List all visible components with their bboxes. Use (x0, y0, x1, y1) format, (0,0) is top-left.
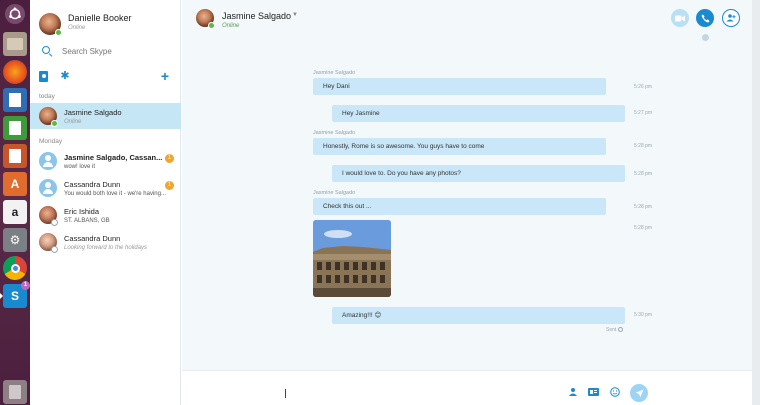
contacts-share-button[interactable] (566, 385, 580, 399)
conversation-name: Cassandra Dunn (64, 180, 121, 189)
ubuntu-launcher: A a ⚙ S1 (0, 0, 30, 405)
send-button[interactable] (630, 384, 648, 402)
message-sender: Jasmine Salgado (313, 190, 356, 196)
chevron-down-icon[interactable]: ▼ (292, 12, 298, 18)
new-conversation-plus-icon[interactable]: + (159, 69, 171, 83)
video-camera-icon (675, 15, 685, 21)
chat-header: Jasmine Salgado ▼ Online (182, 0, 760, 41)
sent-label: Sent (606, 327, 617, 333)
message-time: 5:28 pm (634, 225, 653, 231)
group-avatar-icon (39, 179, 57, 197)
video-call-button[interactable] (671, 9, 689, 27)
message-sender: Jasmine Salgado (313, 130, 356, 136)
software-center-icon[interactable]: A (3, 172, 27, 196)
unread-badge: 1 (165, 154, 174, 163)
group-avatar-icon (39, 152, 57, 170)
libreoffice-writer-icon[interactable] (3, 88, 27, 112)
message-time: 5:27 pm (634, 110, 653, 116)
message-bubble[interactable]: Hey Dani (313, 78, 606, 95)
message-time: 5:30 pm (634, 312, 653, 318)
message-list[interactable]: Jasmine Salgado Hey Dani 5:26 pm Hey Jas… (182, 42, 760, 367)
message-time: 5:28 pm (634, 171, 653, 177)
scroll-indicator[interactable] (702, 34, 709, 41)
profile-header[interactable]: Danielle Booker Online (30, 0, 181, 40)
send-arrow-icon (634, 388, 644, 398)
message-bubble[interactable]: Honestly, Rome is so awesome. You guys h… (313, 138, 606, 155)
offline-status-icon (51, 219, 58, 226)
media-card-icon (587, 388, 599, 396)
files-icon[interactable] (3, 32, 27, 56)
text-cursor (285, 389, 286, 398)
chat-contact-name[interactable]: Jasmine Salgado (222, 11, 291, 21)
settings-gear-icon[interactable]: ✱ (59, 70, 71, 82)
conversation-preview: You would both love it - we're having... (64, 191, 166, 197)
add-participants-button[interactable] (722, 9, 740, 27)
libreoffice-calc-icon[interactable] (3, 116, 27, 140)
message-bubble[interactable]: Check this out ... (313, 198, 606, 215)
compose-bar[interactable] (182, 370, 760, 405)
conversation-item[interactable]: Jasmine Salgado Online (30, 103, 181, 129)
conversation-preview: ST. ALBANS, GB (64, 218, 110, 224)
conversation-name: Eric Ishida (64, 207, 100, 216)
message-bubble[interactable]: Hey Jasmine (332, 105, 625, 122)
amazon-icon[interactable]: a (3, 200, 27, 224)
online-status-icon (51, 120, 58, 127)
system-settings-icon[interactable]: ⚙ (3, 228, 27, 252)
launcher-unread-badge: 1 (21, 281, 30, 290)
colosseum-photo-image (313, 220, 391, 297)
message-time: 5:28 pm (634, 143, 653, 149)
conversation-item[interactable]: Jasmine Salgado, Cassan... wow! love it … (30, 148, 181, 174)
libreoffice-impress-icon[interactable] (3, 144, 27, 168)
section-label-monday: Monday (39, 138, 63, 145)
profile-name: Danielle Booker (68, 13, 132, 23)
search-input[interactable] (62, 44, 172, 58)
skype-icon[interactable]: S1 (0, 281, 30, 308)
message-sender: Jasmine Salgado (313, 70, 356, 76)
unread-badge: 1 (165, 181, 174, 190)
conversation-preview: Looking forward to the holidays (64, 245, 148, 251)
conversation-name: Cassandra Dunn (64, 234, 121, 243)
search-box[interactable] (40, 44, 175, 58)
trash-icon[interactable] (3, 380, 27, 404)
sent-check-icon (617, 327, 623, 333)
online-status-icon (208, 22, 215, 29)
conversation-item[interactable]: Cassandra Dunn Looking forward to the ho… (30, 229, 181, 255)
conversation-name: Jasmine Salgado, Cassan... (64, 153, 163, 162)
offline-status-icon (51, 246, 58, 253)
message-bubble[interactable]: I would love to. Do you have any photos? (332, 165, 625, 182)
chrome-icon[interactable] (3, 256, 27, 280)
online-status-icon (55, 29, 62, 36)
shared-photo[interactable] (313, 220, 391, 297)
smiley-icon (610, 387, 620, 397)
add-person-icon (726, 14, 736, 22)
chat-panel: Jasmine Salgado ▼ Online Jasmine Salgado… (182, 0, 760, 405)
conversation-preview: Online (64, 119, 82, 125)
file-share-button[interactable] (586, 385, 600, 399)
audio-call-button[interactable] (696, 9, 714, 27)
ubuntu-dash-icon[interactable] (5, 4, 25, 24)
message-time: 5:26 pm (634, 84, 653, 90)
message-bubble[interactable]: Amazing!!! 😊 (332, 307, 625, 324)
section-label-today: today (39, 93, 55, 100)
conversation-preview: wow! love it (64, 164, 96, 170)
contacts-icon[interactable] (39, 71, 48, 82)
profile-status: Online (68, 25, 86, 31)
contact-card-icon (569, 388, 577, 396)
firefox-icon[interactable] (3, 60, 27, 84)
message-time: 5:28 pm (634, 204, 653, 210)
conversation-name: Jasmine Salgado (64, 108, 122, 117)
sidebar: Danielle Booker Online ✱ + today Jasmine… (30, 0, 181, 405)
window-edge (752, 0, 760, 405)
search-icon (42, 46, 50, 54)
sent-status: Sent (606, 327, 623, 333)
emoji-button[interactable] (608, 385, 622, 399)
conversation-item[interactable]: Eric Ishida ST. ALBANS, GB (30, 202, 181, 228)
chat-contact-status: Online (222, 23, 240, 29)
phone-icon (700, 13, 710, 23)
conversation-item[interactable]: Cassandra Dunn You would both love it - … (30, 175, 181, 201)
